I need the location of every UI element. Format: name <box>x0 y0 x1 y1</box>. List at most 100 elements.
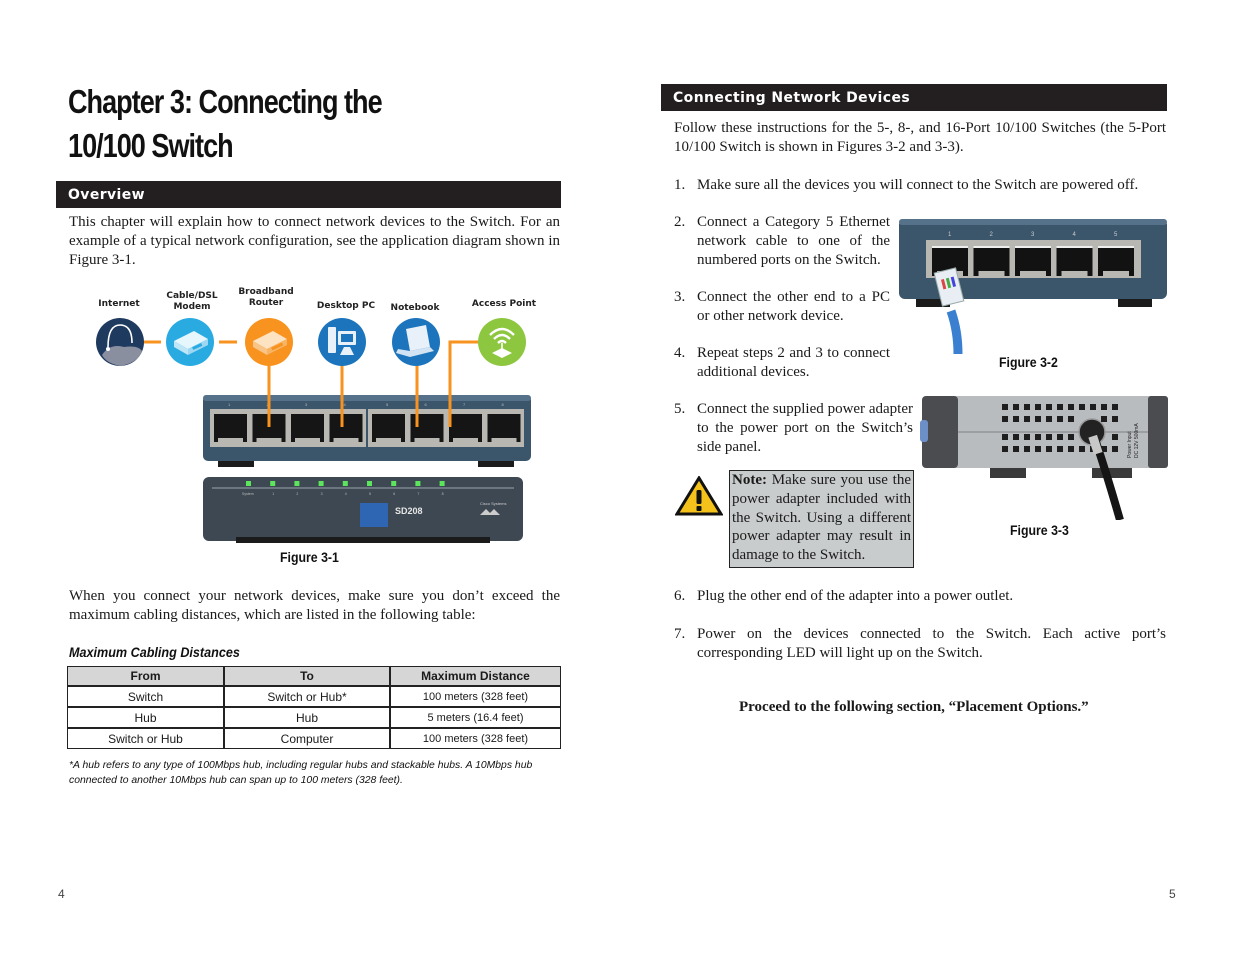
status-led <box>318 481 324 486</box>
intro-paragraph: Follow these instructions for the 5-, 8-… <box>674 120 1166 155</box>
table-row: Switch or Hub Computer 100 meters (328 f… <box>67 728 561 749</box>
figure-3-2-image: 12345 <box>899 219 1167 354</box>
step-text: Make sure all the devices you will conne… <box>697 177 1139 193</box>
table-header-row: From To Maximum Distance <box>67 666 561 686</box>
status-led <box>270 481 276 486</box>
step-number: 6. <box>674 588 686 604</box>
note-label: Note: <box>732 472 767 488</box>
step-number: 5. <box>674 401 686 417</box>
step-text: Plug the other end of the adapter into a… <box>697 588 1014 604</box>
figure-3-3-caption: Figure 3-3 <box>1010 522 1069 538</box>
header-from: From <box>67 666 224 686</box>
led-label: 4 <box>345 492 347 496</box>
cell-to: Hub <box>224 707 390 728</box>
warning-icon <box>675 476 723 516</box>
chapter-title: Chapter 3: Connecting the 10/100 Switch <box>68 80 462 168</box>
led-label: 2 <box>296 492 298 496</box>
step-4: 4. Repeat steps 2 and 3 to connect addit… <box>674 344 890 382</box>
figure-3-1-diagram: Internet Cable/DSL Modem Broadband Route… <box>88 285 548 545</box>
figure-3-3-image: Power Input DC 12V 500mA <box>920 396 1168 520</box>
cell-from: Hub <box>67 707 224 728</box>
page-number-left: 4 <box>58 887 65 901</box>
overview-heading-bar: Overview <box>56 181 561 208</box>
step-number: 3. <box>674 289 686 305</box>
globe-headset-icon <box>96 318 144 366</box>
header-to: To <box>224 666 390 686</box>
switch-front-sd208: SD208 Cisco Systems <box>203 477 523 543</box>
figure-3-1-caption: Figure 3-1 <box>280 549 339 565</box>
cell-from: Switch or Hub <box>67 728 224 749</box>
step-text: Repeat steps 2 and 3 to connect addition… <box>697 345 890 380</box>
step-number: 1. <box>674 177 686 193</box>
led-label: 5 <box>369 492 371 496</box>
led-label: System <box>242 492 254 496</box>
page-number-right: 5 <box>1169 887 1176 901</box>
step-7: 7. Power on the devices connected to the… <box>674 625 1166 663</box>
connecting-heading: Connecting Network Devices <box>673 89 911 106</box>
cell-distance: 5 meters (16.4 feet) <box>390 707 561 728</box>
step-5: 5. Connect the supplied power adapter to… <box>674 400 913 456</box>
status-led <box>367 481 372 486</box>
ethernet-port <box>214 414 247 442</box>
ethernet-port <box>449 414 482 442</box>
step-1: 1. Make sure all the devices you will co… <box>674 176 1166 195</box>
cell-to: Computer <box>224 728 390 749</box>
step-2: 2. Connect a Category 5 Ethernet network… <box>674 213 890 269</box>
led-label: 7 <box>417 492 419 496</box>
header-max-distance: Maximum Distance <box>390 666 561 686</box>
router-icon <box>245 318 293 366</box>
desktop-pc-icon <box>318 318 366 366</box>
chapter-title-line-1: Chapter 3: Connecting the <box>68 83 383 120</box>
vendor-logo-text: Cisco Systems <box>480 501 506 506</box>
step-6: 6. Plug the other end of the adapter int… <box>674 587 1166 606</box>
note-box: Note: Make sure you use the power adapte… <box>729 470 914 568</box>
cell-distance: 100 meters (328 feet) <box>390 728 561 749</box>
network-diagram-graphics: 12345678 SD208 Cisco Systems System12345… <box>96 318 531 543</box>
switch-model-text: SD208 <box>395 506 423 516</box>
table-title: Maximum Cabling Distances <box>69 644 240 660</box>
status-led <box>246 481 251 486</box>
status-led <box>391 481 397 486</box>
cell-distance: 100 meters (328 feet) <box>390 686 561 707</box>
connecting-heading-bar: Connecting Network Devices <box>661 84 1167 111</box>
access-point-icon <box>478 318 526 366</box>
cell-from: Switch <box>67 686 224 707</box>
table-row: Hub Hub 5 meters (16.4 feet) <box>67 707 561 728</box>
footnote-line-1: *A hub refers to any type of 100Mbps hub… <box>69 760 533 771</box>
notebook-icon <box>392 318 440 366</box>
cabling-distance-table: From To Maximum Distance Switch Switch o… <box>67 666 561 749</box>
status-led <box>342 481 348 486</box>
chapter-title-line-2: 10/100 Switch <box>68 127 234 164</box>
footnote-line-2: connected to another 10Mbps hub can span… <box>69 775 403 786</box>
step-number: 7. <box>674 626 686 642</box>
step-number: 4. <box>674 345 686 361</box>
led-label: 6 <box>393 492 395 496</box>
step-text: Power on the devices connected to the Sw… <box>697 626 1166 661</box>
table-row: Switch Switch or Hub* 100 meters (328 fe… <box>67 686 561 707</box>
overview-paragraph: This chapter will explain how to connect… <box>69 214 560 268</box>
status-led <box>415 481 421 486</box>
ethernet-port <box>329 414 363 442</box>
status-led <box>294 481 300 486</box>
step-text: Connect the other end to a PC or other n… <box>697 289 890 324</box>
ethernet-cable <box>946 309 963 354</box>
step-3: 3. Connect the other end to a PC or othe… <box>674 288 890 326</box>
ethernet-port <box>487 414 521 442</box>
step-text: Connect a Category 5 Ethernet network ca… <box>697 214 890 268</box>
overview-heading: Overview <box>68 186 145 203</box>
figure-3-2-caption: Figure 3-2 <box>999 354 1058 370</box>
status-led <box>439 481 445 486</box>
step-number: 2. <box>674 214 686 230</box>
table-footnote: *A hub refers to any type of 100Mbps hub… <box>69 758 564 788</box>
led-label: 3 <box>321 492 323 496</box>
cell-to: Switch or Hub* <box>224 686 390 707</box>
step-text: Connect the supplied power adapter to th… <box>697 401 913 455</box>
led-label: 8 <box>442 492 444 496</box>
ethernet-port <box>291 414 324 442</box>
proceed-text: Proceed to the following section, “Place… <box>739 699 1089 715</box>
ethernet-port <box>372 414 405 442</box>
ethernet-port <box>410 414 444 442</box>
cabling-paragraph: When you connect your network devices, m… <box>69 588 560 623</box>
modem-icon <box>166 318 214 366</box>
led-label: 1 <box>272 492 274 496</box>
